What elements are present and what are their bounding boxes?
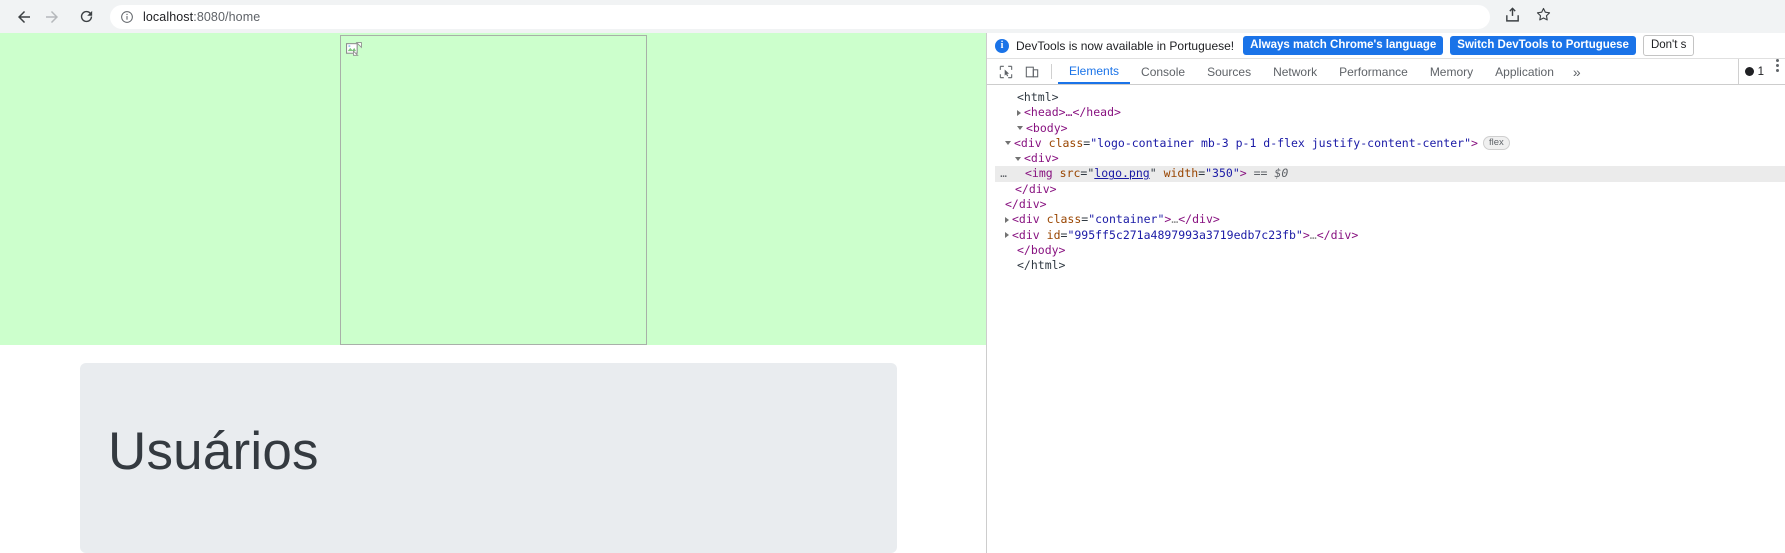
collapse-triangle-icon[interactable] bbox=[1015, 156, 1021, 161]
dom-node-body: <body> bbox=[1026, 120, 1068, 135]
dom-node-close-inner-div: </div> bbox=[1015, 181, 1057, 196]
expand-triangle-icon[interactable] bbox=[1005, 232, 1009, 239]
tab-application[interactable]: Application bbox=[1484, 59, 1565, 84]
dom-tag-close: > bbox=[1302, 227, 1310, 242]
dom-node-html: <html> bbox=[1017, 90, 1059, 104]
tab-console[interactable]: Console bbox=[1130, 59, 1196, 84]
dom-attr-class-value: "logo-container mb-3 p-1 d-flex justify-… bbox=[1090, 135, 1472, 150]
bookmark-star-icon[interactable] bbox=[1535, 6, 1552, 28]
dom-children-ellipsis: … bbox=[1309, 227, 1317, 242]
dom-attr-id-value: "995ff5c271a4897993a3719edb7c23fb" bbox=[1067, 227, 1303, 242]
dom-row[interactable]: <body> bbox=[995, 121, 1785, 136]
logo-container bbox=[0, 33, 986, 345]
address-bar[interactable]: localhost:8080/home bbox=[110, 4, 1490, 29]
dom-node-close-html: </html> bbox=[1017, 258, 1066, 273]
tab-memory[interactable]: Memory bbox=[1419, 59, 1484, 84]
dom-node-inner-div: <div> bbox=[1024, 151, 1059, 166]
selected-node-marker: == $0 bbox=[1253, 166, 1289, 181]
dom-row[interactable]: <html> bbox=[995, 90, 1785, 105]
dom-tag-close: > bbox=[1471, 135, 1478, 150]
dom-attr-class: class bbox=[1046, 212, 1082, 227]
broken-image-icon bbox=[345, 42, 362, 56]
expand-triangle-icon[interactable] bbox=[1005, 216, 1009, 223]
dont-show-again-button[interactable]: Don't s bbox=[1642, 34, 1695, 57]
tab-elements[interactable]: Elements bbox=[1058, 59, 1131, 84]
dom-attr-class-value: "container" bbox=[1088, 212, 1165, 227]
issues-badge-group[interactable]: 1 bbox=[1737, 59, 1770, 84]
forward-button[interactable] bbox=[38, 3, 66, 31]
collapse-triangle-icon[interactable] bbox=[1005, 141, 1011, 146]
dom-node-img-tag: <img bbox=[1025, 166, 1053, 181]
error-count: 1 bbox=[1757, 65, 1764, 78]
dom-tree: <html> <head>…</head> <body> <div class=… bbox=[987, 85, 1785, 274]
dom-node-close-body: </body> bbox=[1017, 242, 1066, 257]
device-toolbar-button[interactable] bbox=[1019, 59, 1045, 84]
tabbar-spacer bbox=[1589, 59, 1738, 84]
reload-icon bbox=[80, 10, 92, 23]
always-match-language-button[interactable]: Always match Chrome's language bbox=[1243, 35, 1444, 56]
users-card: Usuários bbox=[80, 363, 897, 553]
toolbar-actions bbox=[1504, 6, 1552, 28]
dom-node-close-logo-container: </div> bbox=[1005, 197, 1047, 212]
devtools-tabbar: Elements Console Sources Network Perform… bbox=[987, 59, 1785, 85]
flex-badge[interactable]: flex bbox=[1482, 136, 1510, 151]
arrow-right-icon bbox=[46, 10, 58, 23]
dom-row[interactable]: </div> bbox=[995, 197, 1785, 212]
infobar-message: DevTools is now available in Portuguese! bbox=[1016, 38, 1235, 53]
dom-row[interactable]: </div> bbox=[995, 182, 1785, 197]
error-dot-icon bbox=[1744, 67, 1754, 76]
tab-sources[interactable]: Sources bbox=[1196, 59, 1262, 84]
page-viewport: Usuários bbox=[0, 33, 986, 553]
url-path: :8080/home bbox=[193, 9, 261, 24]
dom-node-logo-container-tag: <div bbox=[1014, 135, 1042, 150]
dom-node-close: </div> bbox=[1316, 227, 1359, 242]
info-icon: i bbox=[995, 38, 1009, 53]
dom-attr-id: id bbox=[1046, 227, 1061, 242]
device-toolbar-icon bbox=[1025, 66, 1039, 77]
dom-row[interactable]: <head>…</head> bbox=[995, 105, 1785, 120]
dom-node-head: <head>…</head> bbox=[1024, 105, 1121, 120]
share-icon[interactable] bbox=[1504, 6, 1521, 28]
address-bar-text: localhost:8080/home bbox=[143, 10, 260, 24]
dom-row[interactable]: <div> bbox=[995, 151, 1785, 166]
dom-row[interactable]: </html> bbox=[995, 258, 1785, 273]
dom-attr-class: class bbox=[1048, 135, 1084, 150]
inspect-element-button[interactable] bbox=[993, 59, 1019, 84]
dom-row-selected[interactable]: … <img src="logo.png" width="350"> == $0 bbox=[993, 166, 1785, 182]
dom-attr-src-value[interactable]: logo.png bbox=[1094, 166, 1149, 180]
dom-row[interactable]: </body> bbox=[995, 243, 1785, 258]
dom-row-badge-gutter[interactable]: … bbox=[993, 166, 1015, 181]
dom-node-hashdiv-tag: <div bbox=[1012, 227, 1040, 242]
reload-button[interactable] bbox=[72, 3, 100, 31]
dom-row[interactable]: <div id="995ff5c271a4897993a3719edb7c23f… bbox=[995, 228, 1785, 243]
switch-devtools-language-button[interactable]: Switch DevTools to Portuguese bbox=[1450, 35, 1636, 56]
dom-row[interactable]: <div class="container">…</div> bbox=[995, 212, 1785, 227]
error-badge[interactable]: 1 bbox=[1744, 65, 1764, 78]
browser-toolbar: localhost:8080/home bbox=[0, 0, 1785, 33]
dom-tag-close: > bbox=[1239, 166, 1247, 181]
tab-network[interactable]: Network bbox=[1262, 59, 1328, 84]
dom-attr-width: width bbox=[1163, 166, 1199, 181]
site-information-icon[interactable] bbox=[120, 10, 134, 24]
arrow-left-icon bbox=[18, 10, 30, 23]
url-host: localhost bbox=[143, 9, 194, 24]
devtools-language-infobar: i DevTools is now available in Portugues… bbox=[987, 33, 1785, 59]
dom-node-close: </div> bbox=[1178, 212, 1220, 227]
page-title: Usuários bbox=[108, 422, 319, 481]
tabbar-divider bbox=[1051, 64, 1052, 79]
collapse-triangle-icon[interactable] bbox=[1017, 126, 1023, 131]
devtools-settings-menu-button[interactable] bbox=[1770, 59, 1785, 84]
inspect-element-icon bbox=[999, 65, 1013, 78]
expand-triangle-icon[interactable] bbox=[1017, 109, 1021, 116]
dom-attr-width-value: "350" bbox=[1205, 166, 1240, 181]
devtools-panel: i DevTools is now available in Portugues… bbox=[986, 33, 1785, 553]
dom-row[interactable]: <div class="logo-container mb-3 p-1 d-fl… bbox=[995, 136, 1785, 151]
dom-attr-src: src bbox=[1059, 166, 1081, 181]
dom-node-container-tag: <div bbox=[1012, 212, 1040, 227]
back-button[interactable] bbox=[10, 3, 38, 31]
logo-image-placeholder[interactable] bbox=[339, 35, 647, 345]
tab-performance[interactable]: Performance bbox=[1328, 59, 1419, 84]
more-tabs-button[interactable]: » bbox=[1565, 59, 1589, 84]
